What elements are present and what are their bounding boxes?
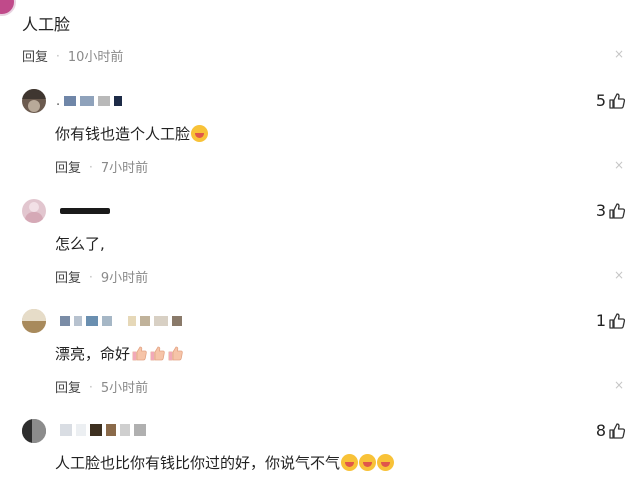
comment-time: 10小时前	[67, 50, 124, 65]
redaction-block	[76, 424, 86, 436]
reply-button[interactable]: 回复	[55, 377, 81, 396]
like-count: 1	[595, 311, 606, 330]
like-button[interactable]: 1	[596, 311, 626, 330]
grin-emoji	[377, 454, 395, 471]
parent-avatar[interactable]	[0, 0, 16, 16]
meta-separator: ·	[56, 48, 60, 63]
comment-time: 5小时前	[100, 381, 149, 396]
redaction-block	[64, 96, 77, 106]
close-icon[interactable]: ×	[612, 47, 626, 61]
redaction-block	[140, 316, 150, 326]
avatar[interactable]	[22, 309, 46, 333]
redaction-block	[120, 424, 130, 436]
redaction-block	[80, 96, 95, 106]
thumbs-up-emoji	[149, 345, 166, 362]
comment-time: 9小时前	[100, 271, 149, 286]
redaction-block	[106, 424, 116, 436]
thumbs-up-emoji	[131, 345, 148, 362]
meta-separator: ·	[89, 269, 93, 284]
redaction-block	[114, 96, 123, 106]
thumb-up-outline-icon	[608, 202, 626, 220]
reply-button[interactable]: 回复	[22, 46, 48, 65]
comment-text: 漂亮，命好	[55, 343, 184, 364]
avatar[interactable]	[22, 419, 46, 443]
comment-time: 7小时前	[100, 161, 149, 176]
thumbs-up-emoji	[167, 345, 184, 362]
redaction-block	[172, 316, 182, 326]
username-redacted[interactable]	[56, 423, 146, 437]
redaction-block	[86, 316, 98, 326]
like-button[interactable]: 8	[596, 421, 626, 440]
comment-text-body: 你有钱也造个人工脸	[55, 125, 191, 143]
reply-button[interactable]: 回复	[55, 267, 81, 286]
username-text: .	[56, 93, 61, 109]
redaction-block	[60, 316, 70, 326]
redaction-block	[98, 96, 111, 106]
redaction-block	[60, 208, 110, 214]
redaction-block	[90, 424, 102, 436]
comment-meta: 回复 · 5小时前	[55, 377, 149, 397]
comment-text-body: 漂亮，命好	[55, 345, 131, 363]
comment-text: 人工脸也比你有钱比你过的好，你说气不气	[55, 452, 395, 473]
grin-emoji	[341, 454, 359, 471]
thumb-up-outline-icon	[608, 92, 626, 110]
comment-meta: 回复 · 9小时前	[55, 267, 149, 287]
like-count: 5	[595, 91, 606, 110]
like-count: 3	[595, 201, 606, 220]
like-button[interactable]: 5	[596, 91, 626, 110]
redaction-block	[60, 424, 72, 436]
redaction-block	[116, 316, 124, 326]
redaction-block	[154, 316, 168, 326]
redaction-block	[102, 316, 112, 326]
like-button[interactable]: 3	[596, 201, 626, 220]
username-redacted[interactable]	[56, 205, 110, 217]
meta-separator: ·	[89, 159, 93, 174]
avatar[interactable]	[22, 199, 46, 223]
laugh-tears-emoji	[191, 125, 209, 142]
parent-comment-meta: 回复 · 10小时前	[22, 46, 124, 66]
comment-text: 你有钱也造个人工脸	[55, 123, 209, 144]
comment-text: 怎么了,	[55, 235, 105, 253]
like-count: 8	[595, 421, 606, 440]
username-redacted[interactable]: .	[56, 93, 123, 109]
thumb-up-outline-icon	[608, 422, 626, 440]
close-icon[interactable]: ×	[612, 378, 626, 392]
meta-separator: ·	[89, 379, 93, 394]
thumb-up-outline-icon	[608, 312, 626, 330]
comment-meta: 回复 · 7小时前	[55, 157, 149, 177]
grin-emoji	[359, 454, 377, 471]
close-icon[interactable]: ×	[612, 158, 626, 172]
parent-comment-text: 人工脸	[22, 15, 71, 34]
comment-text-body: 人工脸也比你有钱比你过的好，你说气不气	[55, 454, 341, 472]
redaction-block	[74, 316, 82, 326]
close-icon[interactable]: ×	[612, 268, 626, 282]
redaction-block	[128, 316, 136, 326]
username-redacted[interactable]	[56, 315, 182, 327]
redaction-block	[134, 424, 146, 436]
reply-button[interactable]: 回复	[55, 157, 81, 176]
avatar[interactable]	[22, 89, 46, 113]
